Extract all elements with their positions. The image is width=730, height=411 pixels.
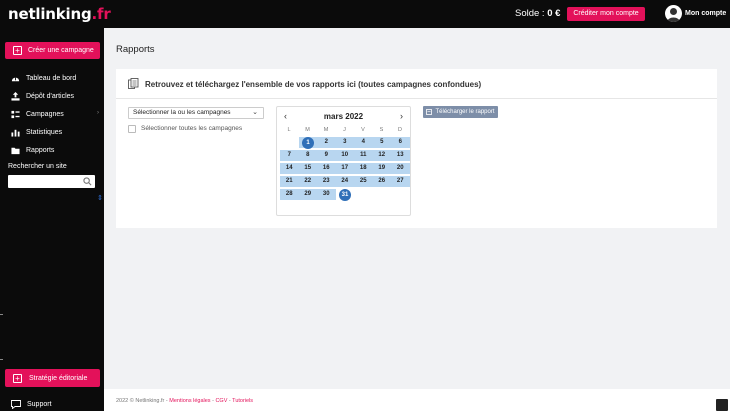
calendar-day[interactable]: 22 xyxy=(298,176,317,187)
footer: 2022 © Netlinking.fr - Mentions légales … xyxy=(104,389,730,411)
credit-account-button[interactable]: Créditer mon compte xyxy=(567,7,645,21)
site-search-input[interactable] xyxy=(8,175,95,188)
calendar-day[interactable]: 8 xyxy=(298,150,317,161)
sidebar-item-stats[interactable]: Statistiques xyxy=(11,127,99,137)
calendar-day[interactable]: 2 xyxy=(317,137,336,148)
card-title: Retrouvez et téléchargez l'ensemble de v… xyxy=(145,80,482,89)
calendar-day[interactable]: 14 xyxy=(280,163,299,174)
tutorials-link[interactable]: Tutoriels xyxy=(232,398,253,404)
chat-icon xyxy=(11,400,21,409)
chevron-right-icon: › xyxy=(97,110,99,116)
chevron-down-icon: ⌄ xyxy=(252,109,258,116)
selected-day-marker: 1 xyxy=(302,136,314,149)
calendar-day[interactable]: 19 xyxy=(372,163,391,174)
card-header: Retrouvez et téléchargez l'ensemble de v… xyxy=(116,69,717,99)
balance-display: Solde : 0 € xyxy=(515,8,561,19)
editorial-strategy-button[interactable]: + Stratégie éditoriale xyxy=(5,369,100,387)
calendar-day[interactable]: 17 xyxy=(335,163,354,174)
calendar-day[interactable]: 15 xyxy=(298,163,317,174)
calendar-month: mars 2022 xyxy=(323,112,364,121)
selected-day-marker: 31 xyxy=(339,188,351,201)
select-all-checkbox[interactable] xyxy=(128,125,136,133)
weekday-label: S xyxy=(379,127,384,133)
cgv-link[interactable]: CGV xyxy=(215,398,227,404)
calendar-day[interactable]: 3 xyxy=(335,137,354,148)
account-menu[interactable]: Mon compte xyxy=(685,10,726,17)
sidebar-item-dashboard[interactable]: Tableau de bord xyxy=(11,73,99,83)
weekday-label: J xyxy=(343,127,346,133)
calendar-day[interactable]: 9 xyxy=(317,150,336,161)
weekday-label: D xyxy=(398,127,402,133)
weekday-label: M xyxy=(323,127,329,133)
dashboard-icon xyxy=(11,77,20,81)
calendar-day[interactable]: 25 xyxy=(354,176,373,187)
folder-icon xyxy=(11,147,20,154)
calendar-day[interactable]: 30 xyxy=(317,189,336,200)
calendar-day[interactable]: 29 xyxy=(298,189,317,200)
chevron-right-icon[interactable]: › xyxy=(400,111,403,121)
date-range-calendar: ‹ mars 2022 › L M M J V S D 1 2 3 4 5 6 7 8 9 10 11 12 13 14… xyxy=(276,106,411,216)
legal-link[interactable]: Mentions légales xyxy=(169,398,210,404)
download-report-button[interactable]: Télécharger le rapport xyxy=(423,106,498,118)
stats-icon xyxy=(11,129,20,137)
support-link[interactable]: Support xyxy=(11,400,52,409)
calendar-day[interactable]: 11 xyxy=(354,150,373,161)
calendar-day[interactable]: 13 xyxy=(391,150,410,161)
calendar-day[interactable]: 4 xyxy=(354,137,373,148)
avatar[interactable] xyxy=(665,5,682,22)
plus-square-icon: + xyxy=(13,373,22,383)
campaigns-icon xyxy=(11,110,20,118)
calendar-day[interactable]: 31 xyxy=(336,188,355,201)
calendar-day[interactable]: 23 xyxy=(317,176,336,187)
brand-logo[interactable]: netlinking.fr xyxy=(8,5,111,23)
calendar-day[interactable]: 5 xyxy=(372,137,391,148)
campaign-select[interactable]: Sélectionner la ou les campagnes ⌄ xyxy=(128,107,264,119)
footer-text: 2022 © Netlinking.fr - Mentions légales … xyxy=(116,398,254,404)
search-label: Rechercher un site xyxy=(8,163,67,170)
calendar-day[interactable]: 1 xyxy=(298,136,317,149)
page-title: Rapports xyxy=(116,44,155,55)
calendar-day[interactable]: 18 xyxy=(354,163,373,174)
settings-corner-icon[interactable] xyxy=(716,399,728,411)
search-icon[interactable] xyxy=(83,177,92,186)
calendar-day[interactable]: 16 xyxy=(317,163,336,174)
calendar-day[interactable]: 20 xyxy=(391,163,410,174)
user-avatar-icon xyxy=(667,8,680,22)
weekday-label: L xyxy=(287,127,291,133)
create-campaign-button[interactable]: + Créer une campagne xyxy=(5,42,100,59)
calendar-day[interactable]: 24 xyxy=(335,176,354,187)
weekday-label: V xyxy=(361,127,365,133)
calendar-day[interactable]: 12 xyxy=(372,150,391,161)
sidebar-item-articles[interactable]: Dépôt d'articles xyxy=(11,91,99,101)
calendar-day[interactable]: 26 xyxy=(372,176,391,187)
calendar-day[interactable]: 27 xyxy=(391,176,410,187)
plus-square-icon: + xyxy=(13,46,22,55)
sidebar: + Créer une campagne Tableau de bord Dép… xyxy=(0,28,104,411)
calendar-day[interactable]: 6 xyxy=(391,137,410,148)
calendar-day[interactable]: 28 xyxy=(280,189,299,200)
calendar-day[interactable]: 21 xyxy=(280,176,299,187)
reports-icon xyxy=(128,78,139,89)
divider xyxy=(0,359,3,360)
sidebar-item-campaigns[interactable]: Campagnes › xyxy=(11,109,99,119)
calendar-day[interactable]: 7 xyxy=(280,150,299,161)
divider xyxy=(0,314,3,315)
select-all-label: Sélectionner toutes les campagnes xyxy=(141,125,243,132)
weekday-label: M xyxy=(305,127,310,133)
sidebar-resize-handle[interactable]: ⇕ xyxy=(97,194,103,202)
upload-icon xyxy=(11,91,20,101)
reports-card: Retrouvez et téléchargez l'ensemble de v… xyxy=(116,69,717,228)
sidebar-item-reports[interactable]: Rapports xyxy=(11,145,99,155)
document-icon xyxy=(426,109,433,115)
calendar-day[interactable]: 10 xyxy=(335,150,354,161)
top-bar: netlinking.fr Solde : 0 € Créditer mon c… xyxy=(0,0,730,28)
